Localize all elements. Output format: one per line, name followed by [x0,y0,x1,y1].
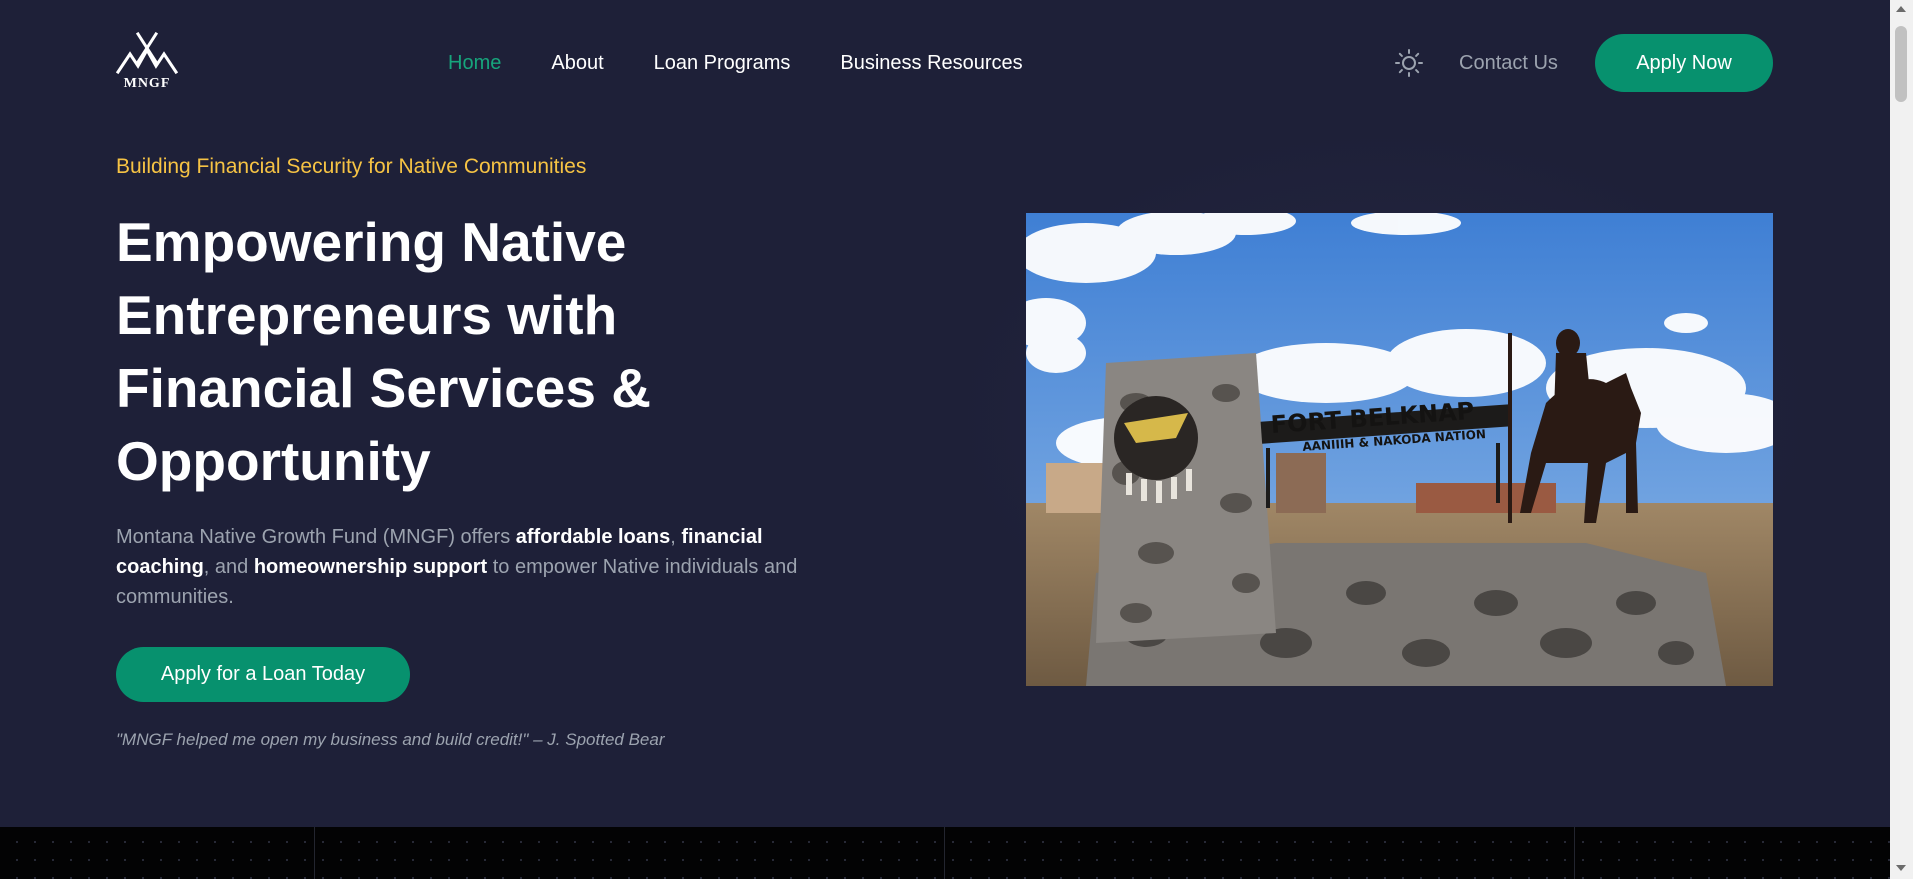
desc-bold-affordable-loans: affordable loans [515,526,671,548]
desc-text-3: , and [203,556,254,578]
site-header: MNGF Home About Loan Programs Business R… [0,0,1890,126]
hero-image: FORT BELKNAP AANIIIH & NAKODA NATION [1026,213,1773,686]
nav-link-about[interactable]: About [551,50,603,76]
logo-text: MNGF [123,76,171,91]
contact-us-link[interactable]: Contact Us [1459,50,1558,76]
nav-link-loan-programs[interactable]: Loan Programs [654,50,791,76]
apply-for-loan-button[interactable]: Apply for a Loan Today [116,647,410,702]
strip-divider [1574,827,1575,879]
features-section-strip [0,827,1890,879]
apply-now-button[interactable]: Apply Now [1595,34,1773,92]
scroll-up-arrow-icon[interactable] [1896,6,1906,12]
logo[interactable]: MNGF [116,32,178,92]
nav-link-business-resources[interactable]: Business Resources [840,50,1022,76]
desc-bold-homeownership-support: homeownership support [253,556,488,578]
hero-title: Empowering Native Entrepreneurs with Fin… [116,211,651,492]
testimonial-quote: "MNGF helped me open my business and bui… [116,730,665,749]
logo-mark-icon [116,32,178,75]
strip-divider [944,827,945,879]
desc-text-2: , [670,526,682,548]
main-nav: Home About Loan Programs Business Resour… [448,50,1023,76]
strip-divider [314,827,315,879]
scroll-down-arrow-icon[interactable] [1896,865,1906,871]
hero-description: Montana Native Growth Fund (MNGF) offers… [116,522,846,612]
page: MNGF Home About Loan Programs Business R… [0,0,1890,879]
sun-icon[interactable] [1394,48,1424,78]
scrollbar-thumb[interactable] [1895,26,1907,102]
nav-link-home[interactable]: Home [448,50,501,76]
hero-tagline: Building Financial Security for Native C… [116,155,587,178]
desc-text-1: Montana Native Growth Fund (MNGF) offers [116,526,516,548]
scrollbar-track[interactable] [1890,0,1913,879]
